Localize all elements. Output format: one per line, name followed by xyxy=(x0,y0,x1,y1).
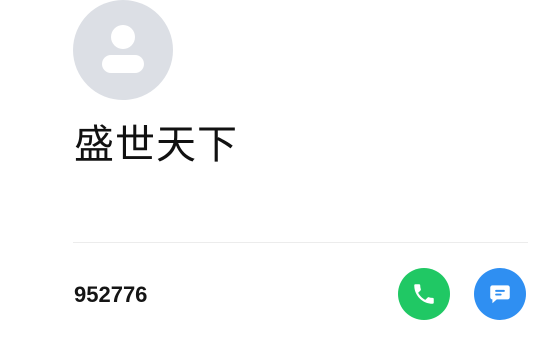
call-button[interactable] xyxy=(398,268,450,320)
phone-icon xyxy=(414,284,434,304)
phone-number[interactable]: 952776 xyxy=(74,280,147,310)
divider xyxy=(73,242,528,243)
contact-name: 盛世天下 xyxy=(74,122,238,168)
message-icon xyxy=(490,285,510,304)
message-button[interactable] xyxy=(474,268,526,320)
person-icon xyxy=(102,25,144,73)
contact-avatar xyxy=(73,0,173,100)
